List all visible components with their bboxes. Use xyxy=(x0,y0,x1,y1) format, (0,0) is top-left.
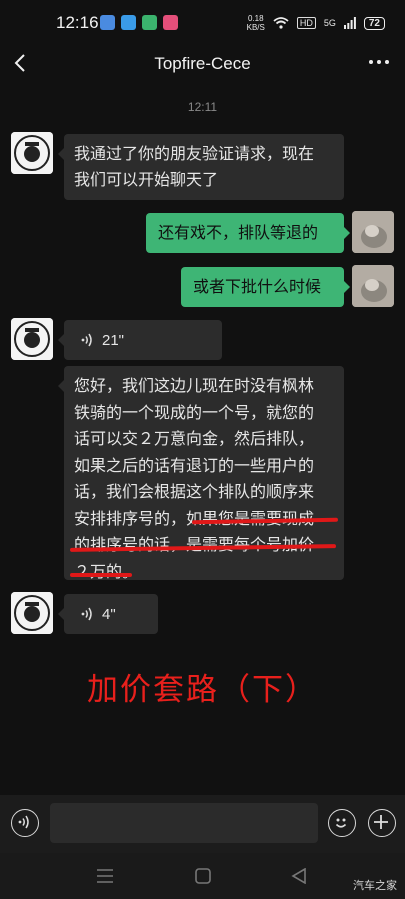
app-notification-icon xyxy=(100,15,115,30)
message-input[interactable] xyxy=(50,803,318,843)
system-nav-bar: 汽车之家 xyxy=(0,853,405,899)
wifi-icon xyxy=(273,17,289,29)
message-text: 还有戏不，排队等退的 xyxy=(158,223,319,242)
topfire-logo-icon xyxy=(11,132,53,174)
message-text-line: ２万的。 xyxy=(74,561,139,581)
message-text-line: 您好，我们这边儿现在时没有枫林 xyxy=(74,376,315,395)
watermark: 汽车之家 xyxy=(353,879,397,892)
signal-icon xyxy=(343,17,356,29)
voice-icon[interactable] xyxy=(11,809,39,837)
contact-avatar[interactable] xyxy=(11,592,53,634)
voice-message[interactable]: 21" xyxy=(58,320,222,360)
message-text-line: 铁骑的一个现成的一个号，就您的 xyxy=(74,402,315,422)
hd-badge: HD xyxy=(296,17,316,29)
net-speed-unit: KB/S xyxy=(246,23,265,32)
network-speed: 0.18 KB/S xyxy=(247,14,265,32)
red-underline xyxy=(70,573,132,577)
message-timestamp: 12:11 xyxy=(187,100,218,114)
voice-duration: 21" xyxy=(102,331,125,349)
signal-label: 5G xyxy=(323,18,336,28)
voice-duration: 4" xyxy=(102,605,116,623)
emoji-icon[interactable] xyxy=(328,809,356,837)
contact-avatar[interactable] xyxy=(11,318,53,360)
cat-photo-icon xyxy=(352,211,394,253)
chat-title: Topfire-Cece xyxy=(154,54,251,73)
chat-header: Topfire-Cece xyxy=(0,44,405,84)
voice-wave-icon xyxy=(81,607,92,621)
app-notification-icon xyxy=(121,15,136,30)
back-triangle-icon[interactable] xyxy=(291,868,307,884)
app-notification-icon xyxy=(142,15,157,30)
status-bar: 12:16 0.18 KB/S HD 5G 72 xyxy=(0,0,405,44)
system-icons: 0.18 KB/S HD 5G 72 xyxy=(247,14,385,32)
overlay-caption: 加价套路（下） xyxy=(87,672,318,708)
message-text-line: 话，我们会根据这个排队的顺序来 xyxy=(74,482,315,501)
message-text: 或者下批什么时候 xyxy=(193,277,322,296)
menu-icon[interactable] xyxy=(96,869,114,883)
message-text-line: 我通过了你的朋友验证请求，现在 xyxy=(74,144,315,163)
message-bubble[interactable]: 我通过了你的朋友验证请求，现在 我们可以开始聊天了 xyxy=(58,134,344,200)
voice-wave-icon xyxy=(81,333,92,347)
more-options-icon[interactable] xyxy=(369,60,389,64)
message-text-line: 如果之后的话有退订的一些用户的 xyxy=(74,455,315,475)
input-bar xyxy=(0,795,405,853)
message-text-line: 我们可以开始聊天了 xyxy=(74,170,219,189)
my-avatar[interactable] xyxy=(352,211,394,253)
message-bubble[interactable]: 或者下批什么时候 xyxy=(181,267,350,307)
home-icon[interactable] xyxy=(195,868,211,884)
notification-icons xyxy=(100,15,178,30)
topfire-logo-icon xyxy=(11,318,53,360)
battery-indicator: 72 xyxy=(363,16,385,30)
plus-icon[interactable] xyxy=(368,809,396,837)
contact-avatar[interactable] xyxy=(11,132,53,174)
topfire-logo-icon xyxy=(11,592,53,634)
cat-photo-icon xyxy=(352,265,394,307)
status-time: 12:16 xyxy=(56,13,99,32)
message-text-line: 话可以交２万意向金，然后排队， xyxy=(74,429,315,448)
net-speed-value: 0.18 xyxy=(247,14,264,23)
my-avatar[interactable] xyxy=(352,265,394,307)
voice-message[interactable]: 4" xyxy=(58,594,158,634)
app-notification-icon xyxy=(163,15,178,30)
message-bubble[interactable]: 还有戏不，排队等退的 xyxy=(146,213,350,253)
